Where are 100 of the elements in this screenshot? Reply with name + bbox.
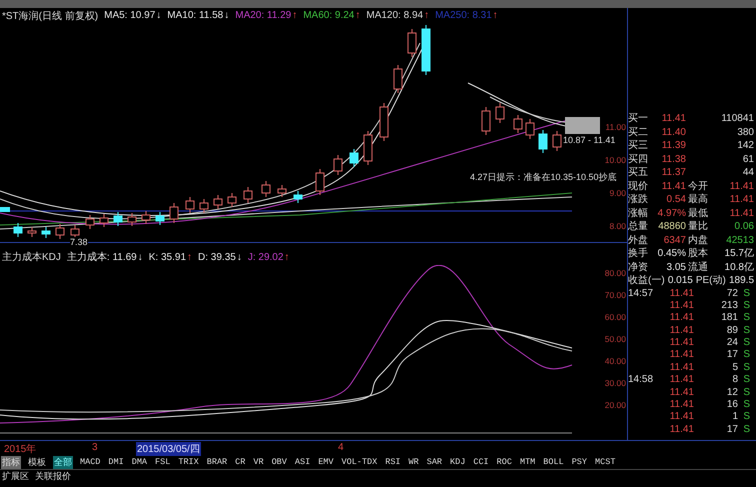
candle (496, 102, 504, 124)
axis-label: 30.00 (604, 377, 626, 390)
tick-volume: 17 (726, 424, 738, 436)
indicator-tab[interactable]: DMI (107, 457, 125, 467)
axis-label: 40.00 (604, 355, 626, 368)
indicator-tab[interactable]: BOLL (542, 457, 565, 467)
tick-volume: 89 (726, 324, 738, 338)
indicator-tab[interactable]: TRIX (177, 457, 200, 467)
tick-side: S (742, 288, 750, 300)
candle (100, 214, 108, 228)
tick-volume: 8 (731, 374, 738, 387)
indicator-tab[interactable]: DMA (130, 457, 148, 467)
tick-price: 11.41 (668, 424, 694, 436)
tick-side: S (742, 424, 750, 436)
quote-volume: 44 (742, 166, 754, 180)
axis-label: 11.00 (605, 121, 626, 134)
quote-value: 0.54 (666, 193, 686, 206)
indicator-tab[interactable]: MACD (79, 457, 102, 467)
low-price-label: 7.38 (70, 237, 88, 248)
indicator-tab[interactable]: MCST (594, 457, 616, 467)
bottom-tab[interactable]: 扩展区 (2, 470, 29, 483)
indicator-tab[interactable]: OBV (270, 457, 288, 467)
tick-volume: 12 (726, 386, 738, 400)
candle (114, 212, 122, 227)
trend-arrow: ↑ (492, 10, 498, 22)
date-label: 4 (338, 442, 344, 453)
candle (156, 212, 164, 226)
indicator-tab[interactable]: ASI (294, 457, 312, 467)
quote-label: 买三 (628, 139, 649, 152)
indicator-tab[interactable]: BRAR (206, 457, 228, 467)
indicator-tab[interactable]: KDJ (449, 457, 466, 467)
quote-label: 今开 (687, 180, 709, 193)
candle (86, 214, 94, 230)
tick-side: S (742, 411, 750, 424)
tick-side: S (742, 324, 750, 338)
quote-value: 0.015 (666, 274, 693, 288)
axis-label: 8.00 (609, 220, 626, 232)
candle (56, 224, 64, 240)
trend-arrow: ↑ (187, 252, 192, 263)
candle (186, 196, 194, 214)
quote-label: 内盘 (687, 234, 709, 247)
tick-price: 11.41 (668, 300, 694, 312)
chart-note: 4.27日提示：准备在10.35-10.50抄底 (470, 171, 617, 184)
quote-value: 6347 (662, 234, 686, 247)
indicator-tab[interactable]: PSY (570, 457, 588, 467)
quote-label: 涨跌 (628, 193, 649, 206)
tick-side: S (742, 374, 750, 387)
tick-volume: 213 (720, 300, 738, 312)
candle (408, 28, 416, 58)
tick-volume: 72 (726, 288, 738, 300)
indicator-tab[interactable]: CR (234, 457, 246, 467)
candle (526, 118, 534, 140)
trend-arrow: ↓ (224, 10, 230, 22)
indicator-tab[interactable]: MTM (518, 457, 536, 467)
quote-price: 11.38 (660, 152, 686, 166)
tick-price: 11.41 (668, 399, 694, 412)
mode-tab[interactable]: 模板 (27, 456, 47, 468)
indicator-tab[interactable]: WR (408, 457, 420, 467)
tick-price: 11.41 (668, 337, 694, 350)
indicator-tab[interactable]: 全部 (53, 456, 73, 468)
tick-volume: 5 (731, 362, 738, 374)
quote-price: 11.40 (660, 126, 686, 139)
indicator-tab[interactable]: FSL (154, 457, 172, 467)
candle (14, 222, 22, 238)
tick-side: S (742, 312, 750, 325)
quote-label: 流通 (687, 260, 709, 274)
indicator-tab[interactable]: EMV (317, 457, 334, 467)
quote-volume: 142 (736, 139, 754, 152)
indicator-tab[interactable]: RSI (384, 457, 402, 467)
trend-arrow: ↓ (236, 252, 242, 263)
indicator-tab[interactable]: ROC (496, 457, 513, 467)
candle (0, 207, 10, 212)
tick-price: 11.41 (668, 324, 694, 338)
tick-volume: 16 (726, 399, 738, 412)
tick-price: 11.41 (668, 312, 694, 325)
trend-arrow: ↑ (355, 10, 360, 22)
mode-tab[interactable]: 指标 (1, 456, 21, 468)
axis-label: 70.00 (604, 289, 626, 302)
quote-value: 3.05 (666, 260, 686, 274)
indicator-tab[interactable]: VOL-TDX (340, 457, 378, 467)
quote-value: 11.41 (728, 180, 754, 193)
candle (350, 148, 358, 168)
candle (394, 64, 402, 94)
tick-volume: 24 (726, 337, 738, 350)
tick-price: 11.41 (668, 386, 694, 400)
quote-value: 42513 (725, 234, 754, 247)
tick-time: 14:58 (628, 374, 654, 386)
tick-side: S (742, 337, 750, 350)
quote-volume: 110841 (720, 112, 754, 126)
tick-price: 11.41 (668, 349, 694, 362)
candle (380, 102, 388, 142)
indicator-tab[interactable]: SAR (426, 457, 444, 467)
price-range-bar (565, 117, 600, 134)
bottom-tab[interactable]: 关联报价 (35, 470, 71, 483)
indicator-tab[interactable]: CCI (472, 457, 490, 467)
indicator-tab[interactable]: VR (252, 457, 265, 467)
date-label: 2015年 (4, 443, 36, 456)
candle (482, 106, 490, 136)
candle (552, 130, 562, 152)
quote-label: 净资 (628, 260, 649, 274)
